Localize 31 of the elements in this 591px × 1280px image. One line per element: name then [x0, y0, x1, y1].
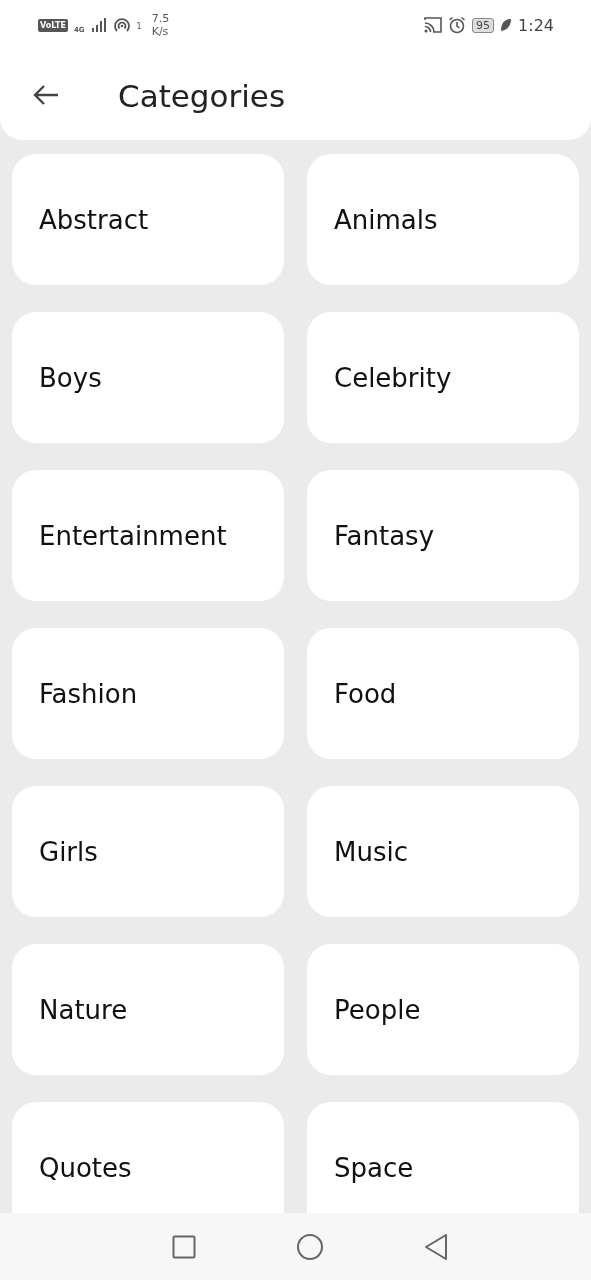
recents-button[interactable]: [171, 1234, 196, 1259]
volte-icon: VoLTE: [38, 18, 68, 32]
hotspot-count: 1: [136, 22, 142, 31]
alarm-icon: [448, 16, 467, 34]
signal-icon: [90, 17, 107, 33]
battery-icon: 95: [472, 17, 495, 33]
page-title: Categories: [118, 78, 286, 114]
category-card[interactable]: Animals: [307, 154, 579, 285]
back-arrow-icon: [32, 83, 60, 107]
home-button[interactable]: [295, 1232, 324, 1261]
category-card[interactable]: Nature: [12, 944, 284, 1075]
category-card[interactable]: Fashion: [12, 628, 284, 759]
hotspot-icon: [112, 16, 131, 34]
speed-value: 7.5: [151, 12, 170, 25]
category-card[interactable]: Space: [307, 1102, 579, 1213]
category-card[interactable]: Celebrity: [307, 312, 579, 443]
back-button[interactable]: [32, 83, 60, 107]
category-card[interactable]: People: [307, 944, 579, 1075]
cast-icon: [424, 17, 443, 33]
category-card[interactable]: Fantasy: [307, 470, 579, 601]
category-card[interactable]: Quotes: [12, 1102, 284, 1213]
category-card[interactable]: Abstract: [12, 154, 284, 285]
speed-unit: K/s: [151, 25, 170, 38]
category-card[interactable]: Music: [307, 786, 579, 917]
back-button[interactable]: [423, 1232, 448, 1261]
category-card[interactable]: Entertainment: [12, 470, 284, 601]
clock-time: 1:24: [518, 15, 554, 35]
category-card[interactable]: Food: [307, 628, 579, 759]
leaf-icon: [500, 18, 513, 32]
category-card[interactable]: Girls: [12, 786, 284, 917]
category-card[interactable]: Boys: [12, 312, 284, 443]
